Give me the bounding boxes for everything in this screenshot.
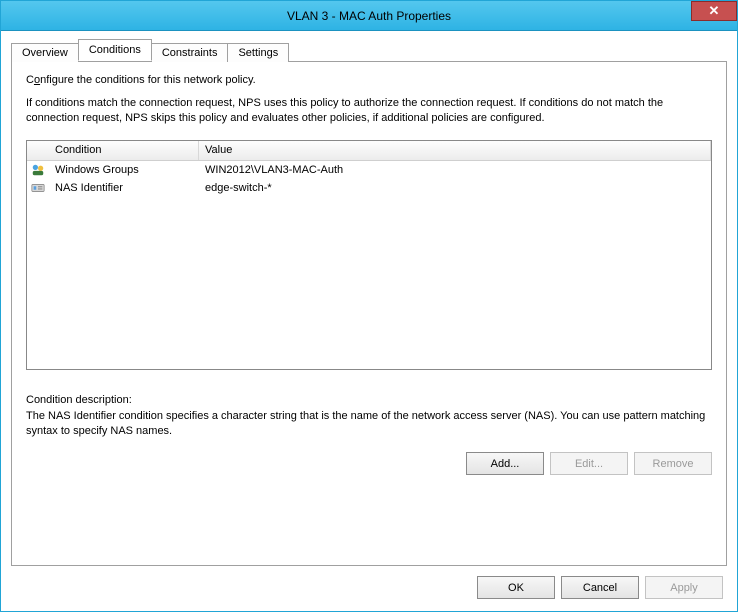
close-icon: ✕ bbox=[709, 3, 720, 19]
client-area: Overview Conditions Constraints Settings… bbox=[1, 31, 737, 611]
tab-overview[interactable]: Overview bbox=[11, 43, 79, 62]
properties-window: VLAN 3 - MAC Auth Properties ✕ Overview … bbox=[0, 0, 738, 612]
configure-post: nfigure the conditions for this network … bbox=[40, 74, 256, 86]
condition-description-label: Condition description: bbox=[26, 394, 712, 406]
header-icon-col[interactable] bbox=[27, 141, 49, 160]
header-value[interactable]: Value bbox=[199, 141, 711, 160]
tab-constraints[interactable]: Constraints bbox=[151, 43, 229, 62]
condition-description-text: The NAS Identifier condition specifies a… bbox=[26, 409, 712, 439]
row-value: edge-switch-* bbox=[199, 181, 711, 195]
window-title: VLAN 3 - MAC Auth Properties bbox=[1, 9, 737, 23]
configure-instruction: Configure the conditions for this networ… bbox=[26, 74, 712, 86]
nas-identifier-icon bbox=[31, 181, 45, 195]
condition-buttons: Add... Edit... Remove bbox=[26, 452, 712, 475]
configure-pre: C bbox=[26, 74, 34, 86]
row-condition: NAS Identifier bbox=[49, 181, 199, 195]
table-row[interactable]: NAS Identifier edge-switch-* bbox=[27, 179, 711, 197]
match-description: If conditions match the connection reque… bbox=[26, 96, 712, 126]
row-value: WIN2012\VLAN3-MAC-Auth bbox=[199, 163, 711, 177]
tabpanel-conditions: Configure the conditions for this networ… bbox=[11, 61, 727, 566]
tabstrip: Overview Conditions Constraints Settings bbox=[11, 39, 727, 61]
close-button[interactable]: ✕ bbox=[691, 1, 737, 21]
row-condition: Windows Groups bbox=[49, 163, 199, 177]
listview-header: Condition Value bbox=[27, 141, 711, 161]
edit-button[interactable]: Edit... bbox=[550, 452, 628, 475]
ok-button[interactable]: OK bbox=[477, 576, 555, 599]
row-icon-cell bbox=[27, 162, 49, 178]
conditions-listview[interactable]: Condition Value Windows Groups bbox=[26, 140, 712, 370]
titlebar: VLAN 3 - MAC Auth Properties ✕ bbox=[1, 1, 737, 31]
tab-conditions[interactable]: Conditions bbox=[78, 39, 152, 61]
row-icon-cell bbox=[27, 180, 49, 196]
remove-button[interactable]: Remove bbox=[634, 452, 712, 475]
dialog-buttons: OK Cancel Apply bbox=[11, 566, 727, 601]
header-condition[interactable]: Condition bbox=[49, 141, 199, 160]
add-button[interactable]: Add... bbox=[466, 452, 544, 475]
table-row[interactable]: Windows Groups WIN2012\VLAN3-MAC-Auth bbox=[27, 161, 711, 179]
tab-settings[interactable]: Settings bbox=[227, 43, 289, 62]
apply-button[interactable]: Apply bbox=[645, 576, 723, 599]
cancel-button[interactable]: Cancel bbox=[561, 576, 639, 599]
windows-groups-icon bbox=[31, 163, 45, 177]
